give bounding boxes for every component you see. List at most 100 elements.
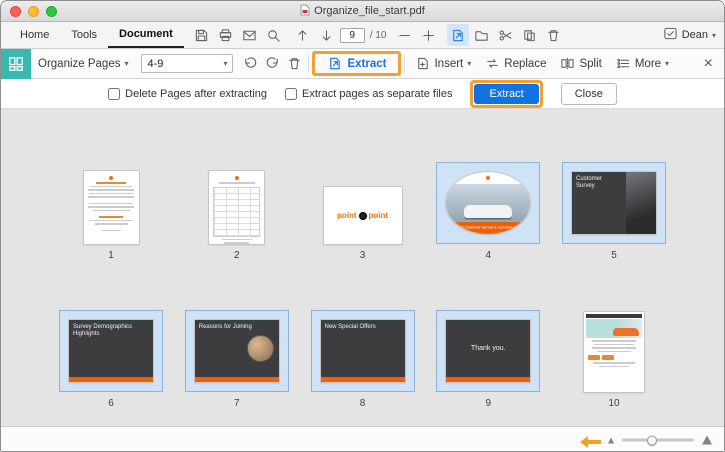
- organize-pages-toolbar: Organize Pages ▾ 4-9 ▾ Extract Insert ▾ …: [1, 48, 724, 79]
- main-toolbar: Home Tools Document / 10: [1, 22, 724, 49]
- car-photo: [464, 205, 513, 218]
- page-thumbnail-5[interactable]: Customer Survey: [572, 172, 656, 234]
- selected-page-6[interactable]: Survey Demographics Highlights: [59, 310, 163, 392]
- slider-handle[interactable]: [647, 435, 658, 445]
- thumbnail-size-control: [608, 435, 712, 445]
- more-menu[interactable]: More ▾: [609, 56, 676, 71]
- page-thumbnail-7[interactable]: Reasons for Joining: [194, 320, 279, 382]
- page-number-label: 3: [359, 250, 366, 261]
- page-cell-9: Thank you. 9: [428, 273, 548, 409]
- point-point-logo: point point: [336, 211, 389, 220]
- page-cell-7: Reasons for Joining 7: [177, 273, 297, 409]
- page-cell-6: Survey Demographics Highlights 6: [51, 273, 171, 409]
- chevron-down-icon: ▾: [223, 59, 228, 68]
- page-number-label: 9: [485, 398, 492, 409]
- chevron-down-icon: ▾: [124, 59, 129, 68]
- rotate-left-icon[interactable]: [239, 53, 261, 75]
- page-number-label: 6: [108, 398, 114, 409]
- organize-pages-tool-icon[interactable]: [446, 24, 469, 46]
- page-thumbnail-9[interactable]: Thank you.: [446, 320, 531, 382]
- organize-pages-badge-icon: [1, 48, 31, 79]
- page-cell-1: 1: [51, 125, 171, 261]
- insert-menu[interactable]: Insert ▾: [408, 56, 478, 71]
- title-bar: Organize_file_start.pdf: [1, 1, 724, 22]
- page-cell-2: 2: [177, 125, 297, 261]
- rotate-right-icon[interactable]: [261, 53, 283, 75]
- window-controls: [10, 6, 57, 17]
- close-window-button[interactable]: [10, 6, 21, 17]
- replace-button[interactable]: Replace: [478, 56, 553, 71]
- page-thumbnail-6[interactable]: Survey Demographics Highlights: [69, 320, 153, 382]
- chevron-down-icon: ▾: [711, 30, 716, 40]
- delete-page-icon[interactable]: [283, 53, 305, 75]
- road-photo: [625, 172, 656, 234]
- pdf-document-icon: [300, 4, 310, 19]
- tab-tools[interactable]: Tools: [60, 22, 108, 48]
- page-cell-8: New Special Offers 8: [303, 273, 423, 409]
- selected-page-8[interactable]: New Special Offers: [310, 310, 415, 392]
- larger-thumbnails-icon[interactable]: [702, 435, 712, 445]
- page-number-label: 4: [485, 250, 492, 261]
- page-number-label: 5: [611, 250, 617, 261]
- save-icon[interactable]: [191, 24, 213, 46]
- page-thumbnail-1[interactable]: [83, 171, 139, 244]
- copy-pages-icon[interactable]: [519, 24, 541, 46]
- email-icon[interactable]: [239, 24, 261, 46]
- split-button[interactable]: Split: [553, 56, 608, 71]
- extract-tool-button[interactable]: Extract: [319, 54, 394, 73]
- page-cell-4: 2015 Customer Survey & Incentive Plan 4: [428, 125, 548, 261]
- selected-page-9[interactable]: Thank you.: [436, 310, 541, 392]
- close-tool-icon[interactable]: ×: [704, 55, 713, 72]
- selected-page-7[interactable]: Reasons for Joining: [184, 310, 289, 392]
- page-number-label: 7: [233, 398, 240, 409]
- page-thumbnail-8[interactable]: New Special Offers: [320, 320, 405, 382]
- car-photo: [613, 328, 639, 336]
- page-grid: 1 2 point point 3 2015 Customer Survey &…: [1, 109, 724, 426]
- page-thumbnail-4[interactable]: 2015 Customer Survey & Incentive Plan: [446, 172, 531, 234]
- delete-pages-icon[interactable]: [543, 24, 565, 46]
- previous-page-icon[interactable]: [292, 24, 314, 46]
- extract-options-bar: Delete Pages after extracting Extract pa…: [1, 79, 724, 109]
- page-thumbnail-2[interactable]: [209, 171, 265, 244]
- delete-pages-checkbox[interactable]: [108, 87, 121, 100]
- page-number-label: 2: [233, 250, 240, 261]
- people-photo: [246, 335, 274, 362]
- page-number-label: 8: [359, 398, 366, 409]
- search-icon[interactable]: [263, 24, 285, 46]
- page-cell-10: 10: [554, 273, 674, 409]
- page-cell-5: Customer Survey 5: [554, 125, 674, 261]
- close-button[interactable]: Close: [560, 82, 617, 105]
- page-number-label: 1: [108, 250, 114, 261]
- zoom-in-icon[interactable]: [418, 24, 440, 46]
- chevron-down-icon: ▾: [665, 59, 670, 68]
- acrobat-window: Organize_file_start.pdf Home Tools Docum…: [0, 0, 725, 452]
- next-page-icon[interactable]: [316, 24, 338, 46]
- organize-pages-menu[interactable]: Organize Pages ▾: [31, 58, 135, 70]
- separate-files-checkbox[interactable]: [285, 87, 298, 100]
- zoom-out-icon[interactable]: [394, 24, 416, 46]
- thumbnail-size-slider[interactable]: [622, 435, 694, 445]
- annotation-arrow-icon: [580, 435, 602, 451]
- selected-page-5[interactable]: Customer Survey: [562, 162, 666, 244]
- account-menu[interactable]: Dean ▾: [663, 26, 716, 44]
- page-count-label: / 10: [369, 29, 387, 41]
- chevron-down-icon: ▾: [467, 59, 472, 68]
- minimize-window-button[interactable]: [28, 6, 39, 17]
- scissors-icon[interactable]: [495, 24, 517, 46]
- tab-home[interactable]: Home: [9, 22, 60, 48]
- page-range-select[interactable]: 4-9 ▾: [141, 54, 234, 73]
- page-thumbnail-10[interactable]: [584, 312, 644, 392]
- separate-files-option[interactable]: Extract pages as separate files: [285, 87, 452, 100]
- extract-confirm-button[interactable]: Extract: [474, 83, 539, 104]
- signed-in-icon: [663, 26, 678, 44]
- selected-page-4[interactable]: 2015 Customer Survey & Incentive Plan: [436, 162, 541, 244]
- delete-pages-option[interactable]: Delete Pages after extracting: [108, 87, 267, 100]
- tab-document[interactable]: Document: [108, 22, 184, 48]
- page-thumbnail-3[interactable]: point point: [323, 187, 402, 244]
- extract-tool-highlight: Extract: [312, 51, 402, 76]
- open-file-icon[interactable]: [471, 24, 493, 46]
- zoom-window-button[interactable]: [46, 6, 57, 17]
- smaller-thumbnails-icon[interactable]: [608, 437, 614, 443]
- page-number-input[interactable]: [339, 27, 365, 43]
- print-icon[interactable]: [215, 24, 237, 46]
